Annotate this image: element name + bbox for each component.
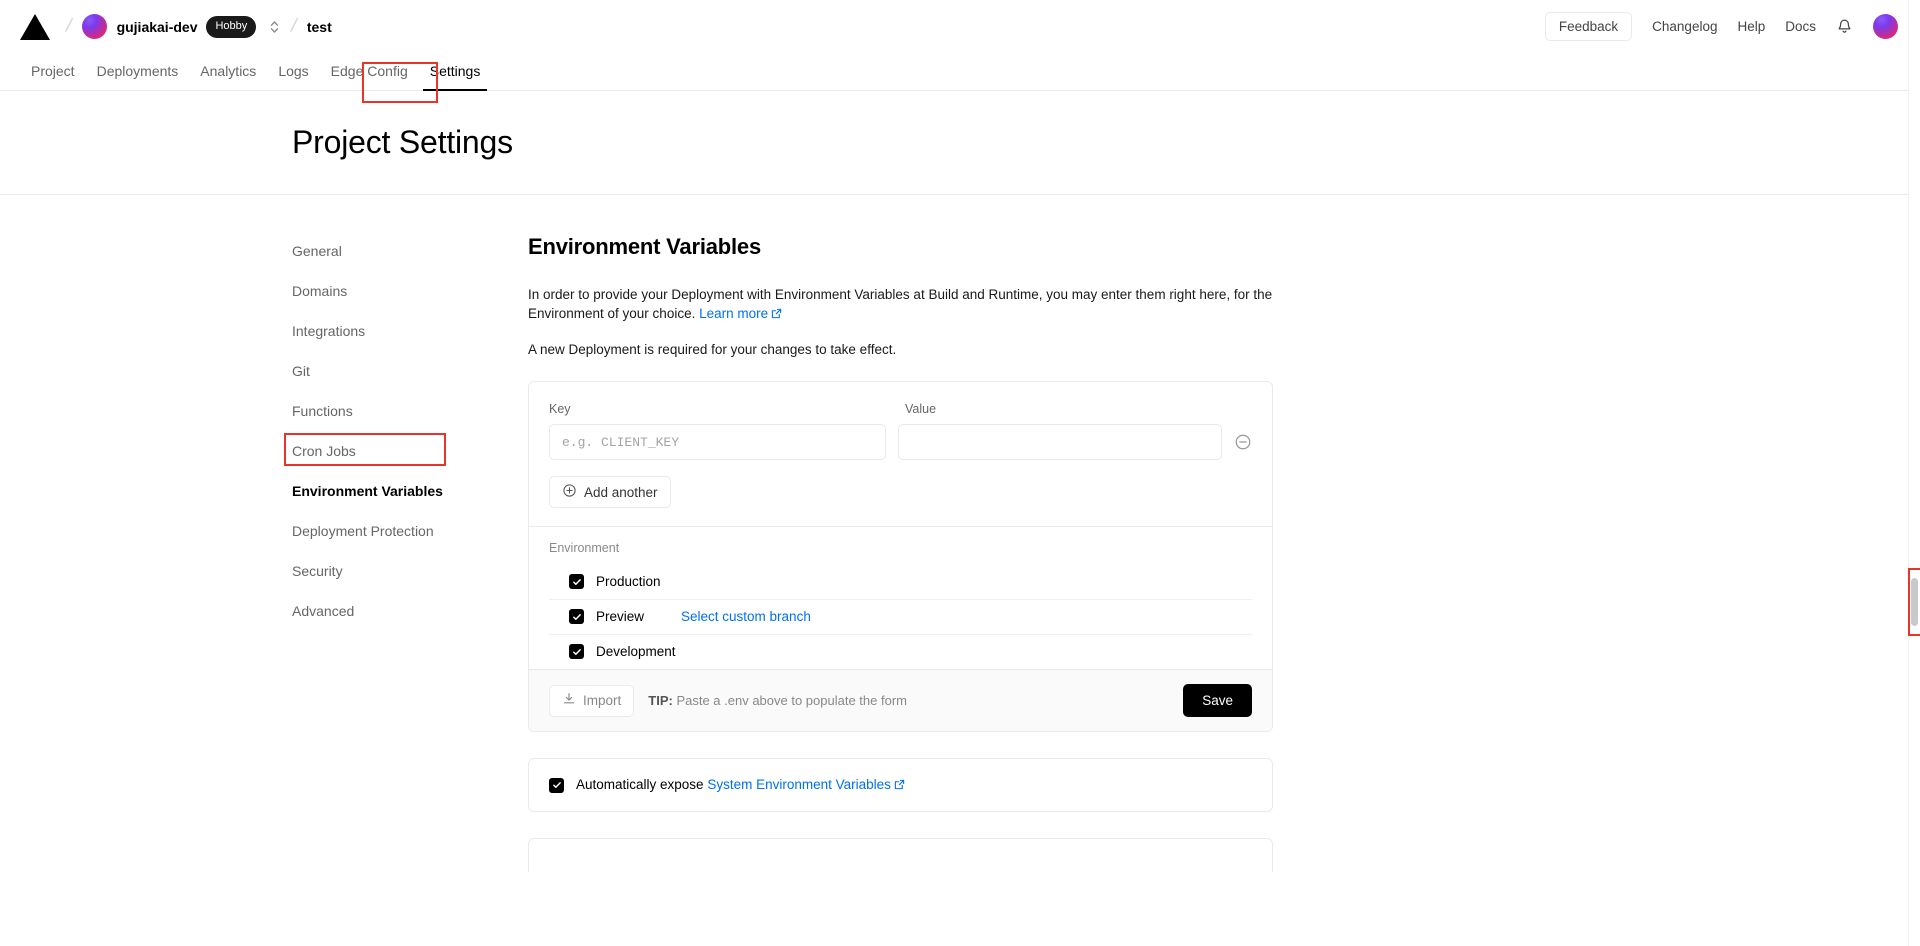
environment-group-label: Environment [549,541,620,556]
env-var-inputs-region: Key Value Add another [529,382,1272,526]
env-checkbox-row-production[interactable]: Production [549,565,1252,599]
sidebar-item-advanced[interactable]: Advanced [292,594,528,628]
external-link-icon [771,305,782,324]
value-input[interactable] [898,424,1222,461]
tab-analytics[interactable]: Analytics [189,63,267,90]
top-header-bar: / gujiakai-dev Hobby / test Feedback Cha… [0,0,1920,53]
preview-checkbox[interactable] [569,609,584,625]
sidebar-item-general[interactable]: General [292,234,528,268]
page-scrollbar[interactable] [1908,0,1920,946]
preview-label: Preview [596,609,645,625]
description-text: In order to provide your Deployment with… [528,287,1273,322]
value-column-header: Value [905,402,937,417]
download-icon [562,692,576,709]
learn-more-link[interactable]: Learn more [699,306,768,321]
env-var-form-card: Key Value Add another [528,381,1273,733]
section-title: Environment Variables [528,234,761,259]
help-link[interactable]: Help [1737,19,1765,34]
development-checkbox[interactable] [569,644,584,660]
system-env-vars-link[interactable]: System Environment Variables [707,777,891,792]
next-card-partial [528,838,1273,873]
highlight-box-scrollbar [1908,568,1920,636]
plus-circle-icon [562,483,577,501]
env-checkbox-row-development[interactable]: Development [549,634,1252,669]
settings-sidebar: General Domains Integrations Git Functio… [284,234,528,872]
project-name-label[interactable]: test [307,19,332,35]
docs-link[interactable]: Docs [1785,19,1816,34]
plan-badge: Hobby [206,15,257,38]
key-column-header: Key [549,402,571,417]
save-button[interactable]: Save [1183,684,1252,718]
feedback-button[interactable]: Feedback [1544,12,1633,41]
env-checkbox-row-preview[interactable]: Preview Select custom branch [549,599,1252,634]
team-name-label[interactable]: gujiakai-dev [117,19,198,35]
tab-settings[interactable]: Settings [419,63,492,91]
key-input[interactable] [549,424,887,461]
sidebar-item-domains[interactable]: Domains [292,274,528,308]
auto-expose-label: Automatically expose [576,777,708,793]
external-link-icon [894,778,905,793]
tab-edge-config[interactable]: Edge Config [320,63,419,90]
import-button[interactable]: Import [549,684,635,717]
auto-expose-card: Automatically expose System Environment … [528,758,1273,813]
auto-expose-text: Automatically expose System Environment … [576,777,905,793]
team-avatar[interactable] [81,14,107,39]
env-var-form-footer: Import TIP: Paste a .env above to popula… [529,669,1272,732]
sidebar-item-security[interactable]: Security [292,554,528,588]
section-description: In order to provide your Deployment with… [528,285,1273,324]
settings-content: General Domains Integrations Git Functio… [0,195,1920,873]
chevron-up-down-icon[interactable] [267,19,281,35]
tip-text: Paste a .env above to populate the form [672,693,907,709]
notification-bell-icon[interactable] [1836,18,1853,35]
vercel-triangle-icon[interactable] [20,13,50,40]
sidebar-item-functions[interactable]: Functions [292,394,528,428]
sidebar-item-deployment-protection[interactable]: Deployment Protection [292,514,528,548]
environment-variables-panel: Environment Variables In order to provid… [528,234,1273,873]
sidebar-item-cron-jobs[interactable]: Cron Jobs [292,434,528,468]
sidebar-item-environment-variables[interactable]: Environment Variables [292,474,528,508]
select-custom-branch-link[interactable]: Select custom branch [681,609,811,624]
project-nav-tabs: Project Deployments Analytics Logs Edge … [0,53,1920,103]
changelog-link[interactable]: Changelog [1652,19,1717,34]
redeploy-note: A new Deployment is required for your ch… [528,342,897,358]
tab-logs[interactable]: Logs [267,63,319,90]
add-another-label: Add another [584,484,658,500]
tip-prefix: TIP: [648,693,673,709]
env-var-row [549,424,1252,461]
tab-project[interactable]: Project [20,63,86,90]
import-label: Import [583,693,622,709]
breadcrumb-separator: / [63,14,74,38]
user-avatar[interactable] [1873,14,1898,39]
page-title-band: Project Settings [0,91,1920,195]
production-checkbox[interactable] [569,574,584,590]
production-label: Production [596,574,661,590]
sidebar-item-git[interactable]: Git [292,354,528,388]
header-actions: Feedback Changelog Help Docs [1544,12,1898,41]
breadcrumb-separator-2: / [289,14,300,38]
import-tip: TIP: Paste a .env above to populate the … [648,693,907,708]
page-title: Project Settings [292,124,513,160]
kv-column-headers: Key Value [549,402,1252,416]
sidebar-item-integrations[interactable]: Integrations [292,314,528,348]
add-another-button[interactable]: Add another [549,476,671,509]
tab-deployments[interactable]: Deployments [86,63,190,90]
minus-circle-icon[interactable] [1234,433,1252,451]
auto-expose-checkbox[interactable] [549,777,564,793]
development-label: Development [596,644,676,660]
